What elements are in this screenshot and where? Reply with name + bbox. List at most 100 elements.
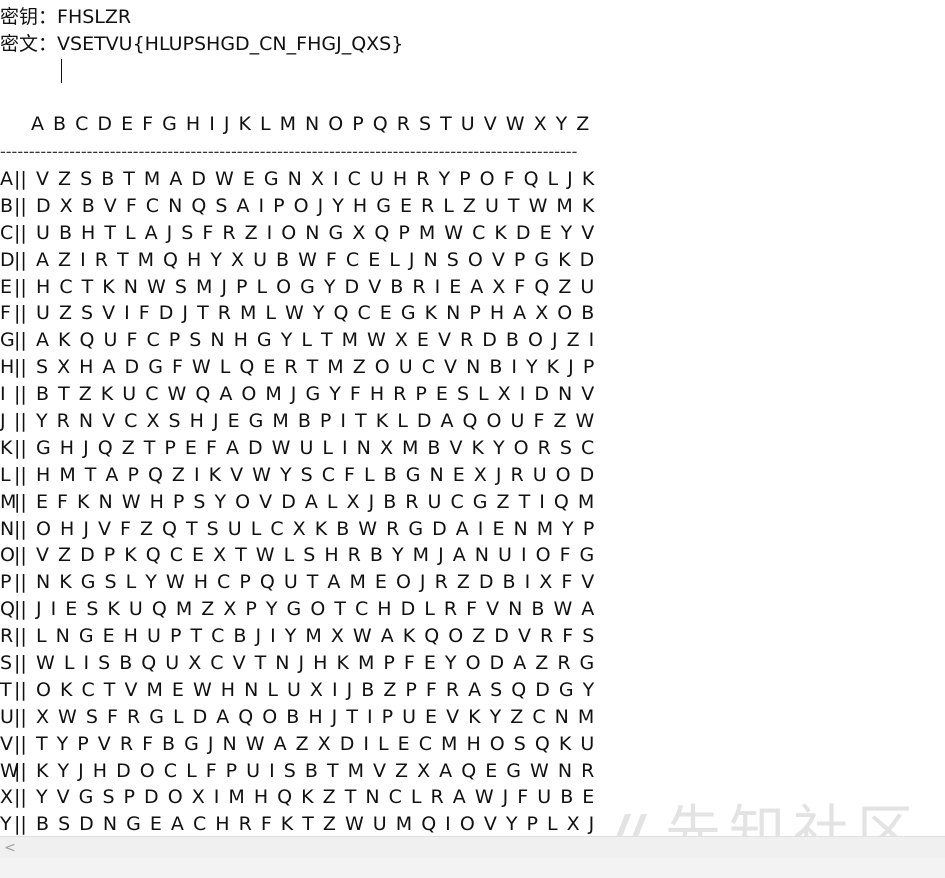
table-row: H|| S X H A D G F W L Q E R T M Z O U C V… [0,354,594,381]
row-divider: || [14,517,27,540]
row-divider: || [14,652,27,675]
row-key-letter: T [0,678,12,701]
ciphertext-value: VSETVU{HLUPSHGD_CN_FHGJ_QXS} [57,33,404,55]
text-cursor [61,59,62,83]
row-key-letter: F [0,302,11,325]
row-divider: || [14,813,27,836]
row-key-letter: V [0,732,13,755]
row-alphabet: L N G E H U P T C B J I Y M X W A K Q O … [36,625,595,648]
key-line: 密钥：FHSLZR [0,4,131,30]
status-bar [0,858,945,878]
row-key-letter: Y [0,813,12,836]
row-key-letter: E [0,275,13,298]
row-divider: || [14,598,27,621]
table-row: S || W L I S B Q U X C V T N J H K M P F E… [0,650,594,677]
key-value: FHSLZR [57,6,132,28]
row-alphabet: A K Q U F C P S N H G Y L T M W X E V R … [36,329,595,352]
table-row: X|| Y V G S P D O X I M H Q K Z T N C L R… [0,784,594,811]
ciphertext-line: 密文：VSETVU{HLUPSHGD_CN_FHGJ_QXS} [0,31,403,57]
table-row: Y || B S D N G E A C H R F K T Z W U M Q I… [0,811,594,836]
row-alphabet: J I E S K U Q M Z X P Y G O T C H D L R … [36,598,595,621]
table-row: O|| V Z D P K Q C E X T W L S H R B Y M J… [0,542,594,569]
row-divider: || [14,571,27,594]
row-divider: || [14,463,27,486]
row-key-letter: H [0,356,15,379]
row-alphabet: H M T A P Q Z I K V W Y S C F L B G N E … [36,463,595,486]
row-divider: || [14,221,27,244]
row-key-letter: N [0,517,15,540]
table-row: E || H C T K N W S M J P L O G Y D V B R I… [0,274,594,301]
table-row: P || N K G S L Y W H C P Q U T A M E O J R… [0,569,594,596]
row-alphabet: T Y P V R F B G J N W A Z X D I L E C M … [36,732,595,755]
ciphertext-label: 密文： [0,33,58,55]
row-key-letter: B [0,194,14,217]
row-key-letter: Q [0,598,15,621]
row-alphabet: A Z I R T M Q H Y X U B W F C E L J N S … [36,248,595,271]
table-row: I || B T Z K U C W Q A O M J G Y F H R P E… [0,381,594,408]
watermark: 先知社区 [605,798,935,836]
row-divider: || [14,194,27,217]
row-alphabet: N K G S L Y W H C P Q U T A M E O J R Z … [36,571,595,594]
row-key-letter: J [0,410,6,433]
table-row: C|| U B H T L A J S F R Z I O N G X Q P M… [0,220,594,247]
table-row: F || U Z S V I F D J T R M L W Y Q C E G K… [0,300,594,327]
row-key-letter: P [0,571,12,594]
row-alphabet: O K C T V M E W H N L U X I J B Z P F R … [36,678,595,701]
table-row: K|| G H J Q Z T P E F A D W U L I N X M B… [0,435,594,462]
table-row: V|| T Y P V R F B G J N W A Z X D I L E C… [0,731,594,758]
table-row: G|| A K Q U F C P S N H G Y L T M W X E V… [0,327,594,354]
scroll-left-arrow-icon[interactable]: < [2,839,18,857]
row-alphabet: D X B V F C N Q S A I P O J Y H G E R L … [36,194,595,217]
row-key-letter: S [0,652,13,675]
row-alphabet: Y R N V C X S H J E G M B P I T K L D A … [36,410,595,433]
row-key-letter: I [0,383,6,406]
row-key-letter: K [0,436,13,459]
table-row: N|| O H J V F Z Q T S U L C X K B W R G D… [0,516,594,543]
row-divider: || [14,383,27,406]
row-divider: || [14,410,27,433]
row-divider: || [14,275,27,298]
row-alphabet: K Y J H D O C L F P U I S B T M V Z X A … [36,759,595,782]
row-key-letter: R [0,625,14,648]
row-key-letter: L [0,463,11,486]
table-row: J || Y R N V C X S H J E G M B P I T K L D… [0,408,594,435]
row-divider: || [14,678,27,701]
table-row: R|| L N G E H U P T C B J I Y M X W A K Q… [0,623,594,650]
table-row: L || H M T A P Q Z I K V W Y S C F L B G N… [0,462,594,489]
row-divider: || [14,544,27,567]
row-divider: || [14,759,27,782]
table-row: D|| A Z I R T M Q H Y X U B W F C E L J N… [0,247,594,274]
row-divider: || [14,248,27,271]
row-alphabet: B T Z K U C W Q A O M J G Y F H R P E S … [36,383,595,406]
watermark-text: 先知社区 [665,800,921,836]
row-divider: || [14,356,27,379]
row-alphabet: S X H A D G F W L Q E R T M Z O U C V N … [36,356,595,379]
row-alphabet: H C T K N W S M J P L O G Y D V B R I E … [36,275,595,298]
row-alphabet: X W S F R G L D A Q O B H J T I P U E V … [36,705,595,728]
row-alphabet: U B H T L A J S F R Z I O N G X Q P M W … [36,221,595,244]
row-divider: || [14,168,27,190]
table-row: U|| X W S F R G L D A Q O B H J T I P U E… [0,704,594,731]
row-key-letter: C [0,221,14,244]
table-row: A|| V Z S B T M A D W E G N X I C U H R Y… [0,166,594,193]
separator-line: ----------------------------------------… [0,142,578,161]
row-divider: || [14,732,27,755]
table-row: T || O K C T V M E W H N L U X I J B Z P F… [0,677,594,704]
row-key-letter: U [0,705,14,728]
row-divider: || [14,625,27,648]
cipher-table: A|| V Z S B T M A D W E G N X I C U H R Y… [0,166,594,836]
row-key-letter: W [0,759,19,782]
row-key-letter: D [0,248,15,271]
alphabet-header: A B C D E F G H I J K L M N O P Q R S T … [31,113,590,135]
row-key-letter: M [0,490,17,513]
table-row: M|| E F K N W H P S Y O V D A L X J B R U… [0,489,594,516]
row-alphabet: Y V G S P D O X I M H Q K Z T N C L R A … [36,786,595,809]
horizontal-scrollbar[interactable]: < [0,836,945,859]
row-key-letter: O [0,544,15,567]
key-label: 密钥： [0,6,58,28]
row-divider: || [14,329,27,352]
row-divider: || [14,490,27,513]
text-editor[interactable]: 密钥：FHSLZR 密文：VSETVU{HLUPSHGD_CN_FHGJ_QXS… [0,0,945,836]
row-key-letter: X [0,786,14,809]
table-row: W|| K Y J H D O C L F P U I S B T M V Z X… [0,758,594,785]
